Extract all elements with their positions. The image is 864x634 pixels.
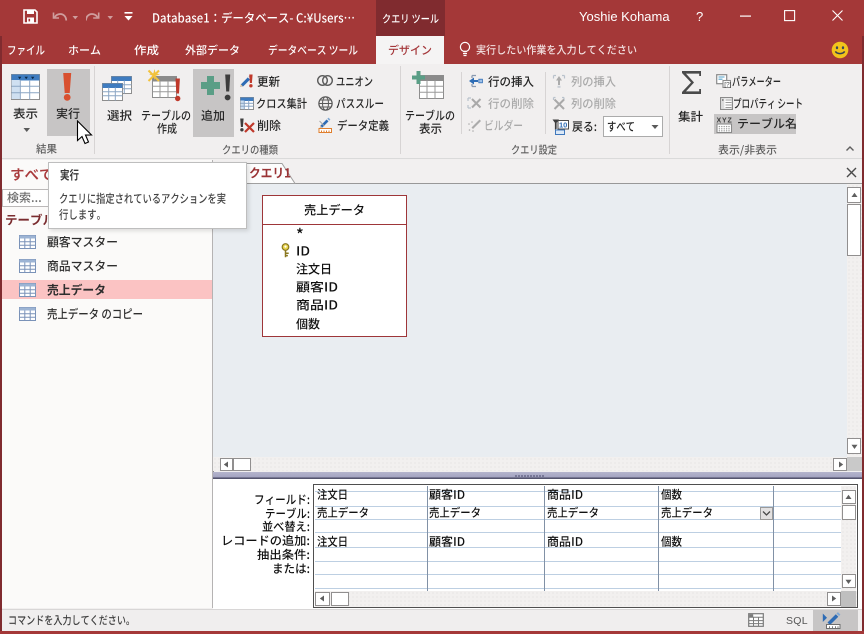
svg-text:XYZ: XYZ — [717, 117, 733, 124]
svg-text:[?]: [?] — [724, 81, 731, 88]
svg-text:10: 10 — [559, 120, 567, 129]
